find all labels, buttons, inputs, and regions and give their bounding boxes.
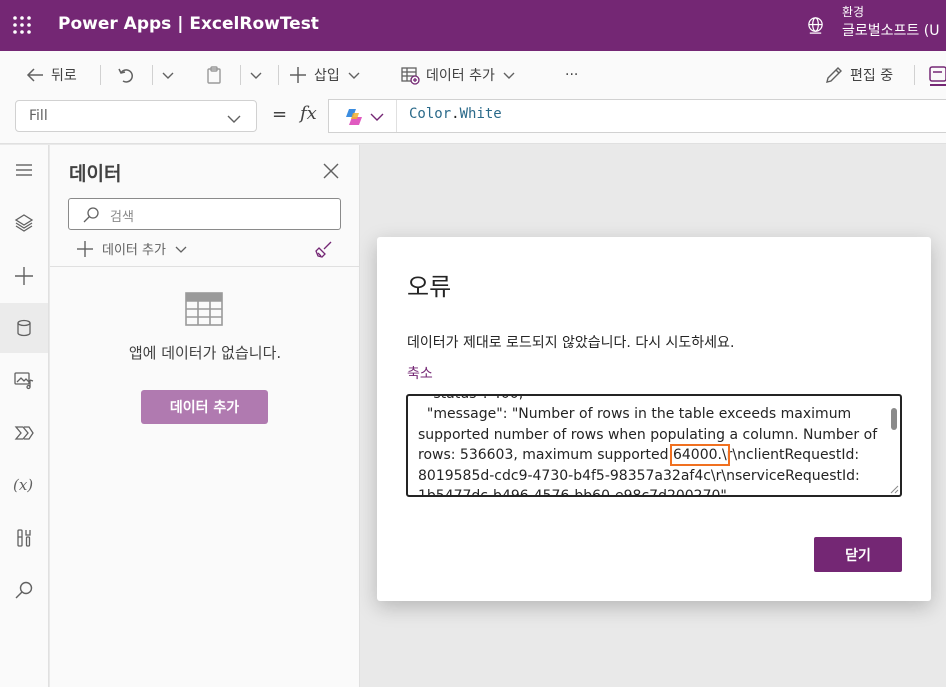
undo-dropdown[interactable] <box>160 63 176 87</box>
error-details-status: "status": 400, <box>418 394 524 402</box>
undo-icon <box>118 68 133 83</box>
insert-label: 삽입 <box>314 68 340 84</box>
chevron-down-icon <box>370 113 384 121</box>
property-value: Fill <box>29 108 48 124</box>
rail-data[interactable] <box>0 303 48 353</box>
chevron-down-icon <box>503 72 515 79</box>
divider <box>152 65 153 85</box>
chevron-down-icon <box>348 72 360 79</box>
equals-sign: = <box>272 104 288 125</box>
property-dropdown[interactable]: Fill <box>15 100 257 132</box>
variable-icon: (x) <box>13 476 33 494</box>
paste-dropdown[interactable] <box>248 63 264 87</box>
panel-title: 데이터 <box>69 163 122 185</box>
plus-icon <box>77 240 93 257</box>
divider <box>240 65 241 85</box>
chevron-down-icon <box>162 72 174 79</box>
rail-media[interactable] <box>0 355 48 405</box>
table-add-icon <box>401 67 420 85</box>
paste-icon <box>207 66 221 84</box>
error-details-textarea[interactable]: "status": 400, "message": "Number of row… <box>406 394 902 497</box>
app-title: Power Apps | ExcelRowTest <box>58 14 319 34</box>
formula-input[interactable]: Color.White <box>328 99 946 133</box>
highlighted-limit: 64000.\ <box>669 444 730 467</box>
collapse-link[interactable]: 축소 <box>407 363 433 383</box>
empty-state-message: 앱에 데이터가 없습니다. <box>128 344 282 362</box>
search-placeholder: 검색 <box>110 210 134 225</box>
edit-mode-button[interactable]: 편집 중 <box>824 63 893 87</box>
divider <box>278 65 279 85</box>
media-icon <box>14 372 34 390</box>
svg-text:(x): (x) <box>13 476 33 494</box>
formula-dot: . <box>451 106 460 122</box>
flow-icon <box>14 426 34 440</box>
resize-grip-icon[interactable] <box>889 484 899 494</box>
error-details-text: "status": 400, "message": "Number of row… <box>418 394 878 495</box>
rail-insert[interactable] <box>0 251 48 301</box>
rail-advanced-tools[interactable] <box>0 513 48 563</box>
data-panel: 데이터 검색 데이터 추가 앱에 데이터가 없습니다. 데이터 추가 <box>50 145 360 687</box>
chevron-down-icon <box>250 72 262 79</box>
command-bar: 뒤로 삽입 데이터 추가 ··· 편집 중 <box>0 51 946 98</box>
back-button[interactable]: 뒤로 <box>25 63 77 87</box>
add-data-menu[interactable]: 데이터 추가 <box>76 239 188 258</box>
app-settings-button[interactable] <box>928 63 946 87</box>
formula-object: Color <box>409 106 452 122</box>
back-arrow-icon <box>26 68 43 82</box>
environment-label: 환경 <box>842 5 865 19</box>
edit-mode-label: 편집 중 <box>850 68 894 84</box>
scrollbar-thumb[interactable] <box>891 408 897 430</box>
more-label: ··· <box>565 67 579 83</box>
rail-search[interactable] <box>0 565 48 615</box>
rail-tree-view[interactable] <box>0 198 48 248</box>
left-rail: (x) <box>0 145 49 687</box>
undo-button[interactable] <box>116 63 136 87</box>
formula-bar: Fill = fx Color.White <box>0 98 946 144</box>
pencil-icon <box>826 67 842 83</box>
app-header: Power Apps | ExcelRowTest 환경 글로벌소프트 (U <box>0 0 946 51</box>
fx-icon[interactable]: fx <box>300 103 317 124</box>
close-button[interactable]: 닫기 <box>814 537 902 572</box>
add-data-menu-label: 데이터 추가 <box>102 243 166 258</box>
search-input[interactable]: 검색 <box>68 198 341 230</box>
add-data-toolbar-label: 데이터 추가 <box>426 68 495 84</box>
dialog-title: 오류 <box>407 273 452 301</box>
chevron-down-icon <box>175 246 187 253</box>
divider <box>50 266 360 267</box>
chevron-down-icon <box>227 115 241 123</box>
broom-icon[interactable] <box>315 240 333 258</box>
globe-icon <box>808 17 823 34</box>
search-icon <box>15 581 33 599</box>
plus-icon <box>290 67 306 83</box>
add-data-button[interactable]: 데이터 추가 <box>141 390 268 424</box>
rail-menu[interactable] <box>0 145 48 195</box>
panel-icon <box>929 66 946 86</box>
copilot-button[interactable] <box>329 100 397 132</box>
environment-picker[interactable]: 글로벌소프트 (U <box>842 20 939 40</box>
rail-variables[interactable]: (x) <box>0 460 48 510</box>
divider <box>914 65 915 85</box>
formula-text[interactable]: Color.White <box>409 106 502 122</box>
more-button[interactable]: ··· <box>565 63 578 87</box>
database-icon <box>17 319 31 337</box>
error-dialog: 오류 데이터가 제대로 로드되지 않았습니다. 다시 시도하세요. 축소 "st… <box>377 237 931 601</box>
formula-member: White <box>459 106 502 122</box>
menu-icon <box>16 164 32 176</box>
divider <box>100 65 101 85</box>
close-icon[interactable] <box>322 162 340 180</box>
rail-power-automate[interactable] <box>0 408 48 458</box>
copilot-icon <box>346 109 362 125</box>
dialog-message: 데이터가 제대로 로드되지 않았습니다. 다시 시도하세요. <box>407 335 735 351</box>
table-icon <box>185 292 223 326</box>
plus-icon <box>15 267 33 285</box>
paste-button[interactable] <box>204 63 224 87</box>
waffle-icon[interactable] <box>12 15 32 35</box>
back-label: 뒤로 <box>51 68 77 84</box>
add-data-toolbar-button[interactable]: 데이터 추가 <box>400 63 517 87</box>
tools-icon <box>17 529 31 547</box>
insert-button[interactable]: 삽입 <box>288 63 362 87</box>
search-icon <box>83 207 99 223</box>
layers-icon <box>14 214 34 232</box>
